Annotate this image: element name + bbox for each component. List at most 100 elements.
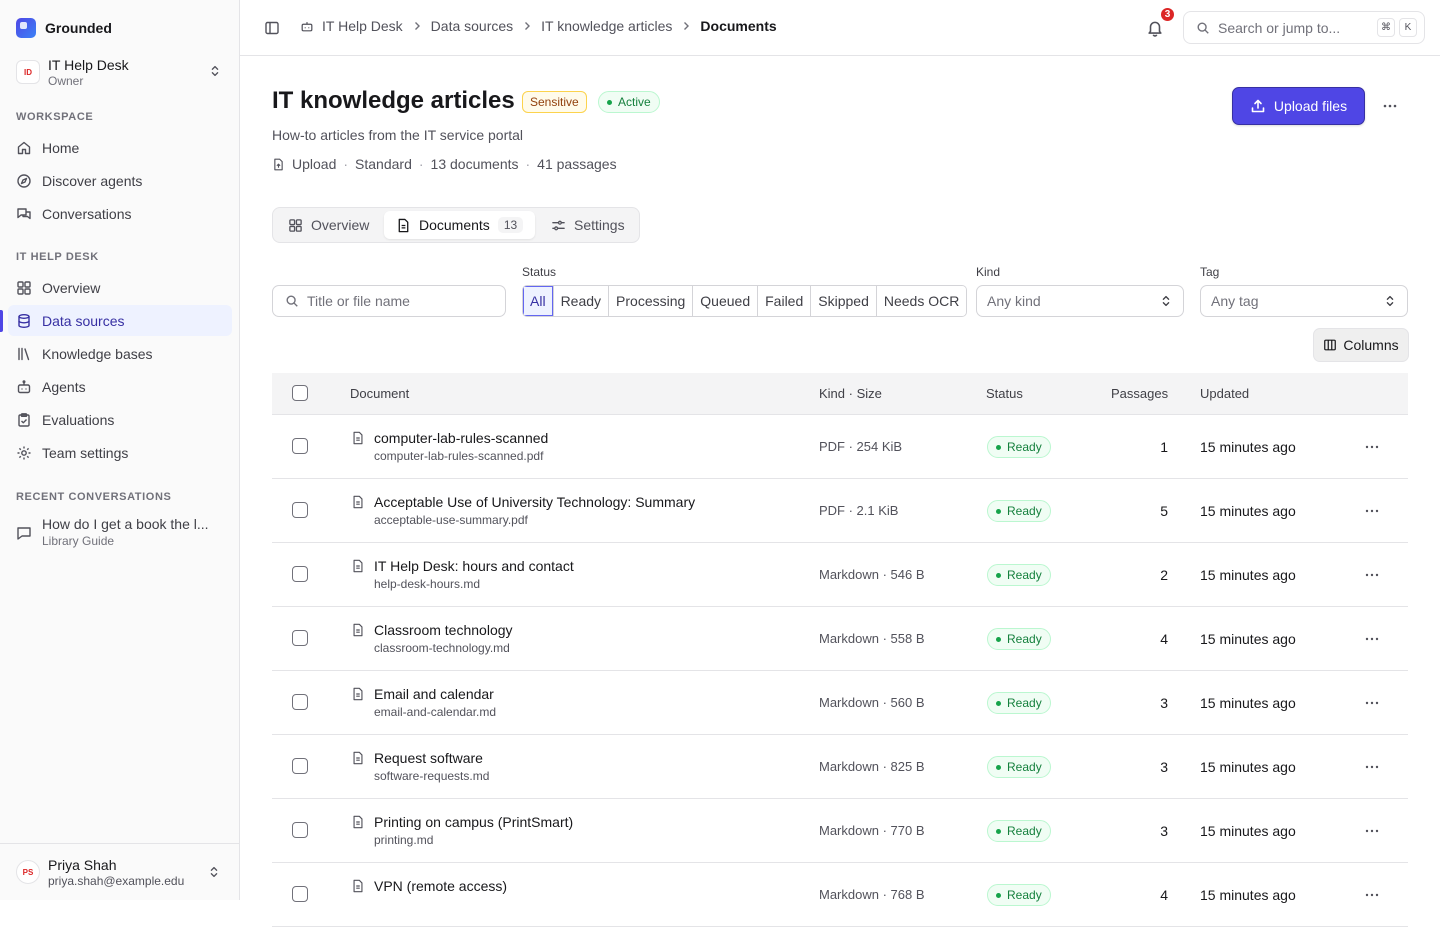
document-title[interactable]: VPN (remote access) — [374, 878, 507, 894]
row-actions-button[interactable] — [1362, 565, 1382, 585]
sidebar-item-home[interactable]: Home — [8, 132, 232, 163]
meta-separator: · — [343, 156, 349, 172]
row-actions-button[interactable] — [1362, 501, 1382, 521]
row-checkbox[interactable] — [292, 822, 308, 838]
column-header-status[interactable]: Status — [986, 386, 1023, 401]
recent-conversation-title: How do I get a book the l... — [42, 516, 209, 532]
sidebar-item-team-settings[interactable]: Team settings — [8, 437, 232, 468]
row-actions-button[interactable] — [1362, 821, 1382, 841]
document-kind-size: Markdown · 560 B — [819, 695, 925, 710]
document-title[interactable]: IT Help Desk: hours and contact — [374, 558, 574, 574]
document-kind-size: PDF · 2.1 KiB — [819, 503, 899, 518]
sliders-icon — [552, 220, 565, 230]
status-badge: Active — [598, 91, 660, 113]
status-option-all[interactable]: All — [523, 286, 554, 316]
status-option-failed[interactable]: Failed — [758, 286, 812, 316]
table-row[interactable]: Printing on campus (PrintSmart) printing.… — [272, 799, 1408, 863]
sidebar-item-label: Discover agents — [42, 172, 143, 189]
more-horizontal-icon — [1365, 829, 1379, 833]
brand[interactable]: Grounded — [16, 18, 112, 38]
passage-count: 4 — [1160, 887, 1168, 903]
sidebar-item-knowledge-bases[interactable]: Knowledge bases — [8, 338, 232, 369]
row-actions-button[interactable] — [1362, 885, 1382, 905]
meta-document-count: 13 documents — [430, 156, 519, 172]
row-checkbox[interactable] — [292, 694, 308, 710]
table-row[interactable]: computer-lab-rules-scanned computer-lab-r… — [272, 415, 1408, 479]
row-checkbox[interactable] — [292, 758, 308, 774]
row-actions-button[interactable] — [1362, 693, 1382, 713]
global-search-input[interactable]: Search or jump to... ⌘ K — [1183, 11, 1425, 44]
recent-conversation-item[interactable]: How do I get a book the l... Library Gui… — [16, 515, 226, 549]
table-row[interactable]: Request software software-requests.md Mark… — [272, 735, 1408, 799]
table-row[interactable]: IT Help Desk: hours and contact help-desk… — [272, 543, 1408, 607]
tab-overview[interactable]: Overview — [276, 211, 381, 239]
more-actions-button[interactable] — [1378, 94, 1402, 118]
recent-conversation-agent: Library Guide — [42, 534, 115, 548]
row-actions-button[interactable] — [1362, 437, 1382, 457]
document-title[interactable]: Acceptable Use of University Technology:… — [374, 494, 695, 510]
table-row[interactable]: VPN (remote access) Markdown · 768 B Ready… — [272, 863, 1408, 927]
status-dot — [996, 828, 1001, 834]
row-checkbox[interactable] — [292, 502, 308, 518]
user-menu[interactable]: PS Priya Shah priya.shah@example.edu — [0, 843, 239, 900]
document-kind-size: Markdown · 558 B — [819, 631, 925, 646]
column-header-kind-size[interactable]: Kind · Size — [819, 386, 882, 401]
column-header-passages[interactable]: Passages — [1111, 386, 1168, 401]
chevrons-up-down-icon — [211, 65, 219, 77]
status-dot — [607, 99, 612, 105]
table-row[interactable]: Acceptable Use of University Technology:… — [272, 479, 1408, 543]
status-option-needs-ocr[interactable]: Needs OCR — [876, 286, 967, 316]
breadcrumb-data-sources[interactable]: Data sources — [431, 18, 513, 34]
document-title[interactable]: Classroom technology — [374, 622, 513, 638]
sidebar-item-data-sources[interactable]: Data sources — [8, 305, 232, 336]
upload-files-button[interactable]: Upload files — [1232, 87, 1365, 125]
sidebar-toggle-icon[interactable] — [264, 20, 280, 36]
tab-settings[interactable]: Settings — [539, 211, 637, 239]
status-option-queued[interactable]: Queued — [693, 286, 759, 316]
document-kind-size: Markdown · 546 B — [819, 567, 925, 582]
status-option-skipped[interactable]: Skipped — [811, 286, 877, 316]
tab-documents[interactable]: Documents 13 — [384, 211, 536, 239]
status-badge: Ready — [987, 692, 1051, 714]
table-row[interactable]: Classroom technology classroom-technology… — [272, 607, 1408, 671]
sensitive-badge: Sensitive — [522, 91, 587, 113]
breadcrumb-it-help-desk[interactable]: IT Help Desk — [322, 18, 403, 34]
grid-icon — [289, 218, 302, 232]
row-checkbox[interactable] — [292, 566, 308, 582]
row-actions-button[interactable] — [1362, 629, 1382, 649]
status-option-processing[interactable]: Processing — [609, 286, 694, 316]
tag-select[interactable]: Any tag — [1200, 285, 1408, 317]
sidebar-item-evaluations[interactable]: Evaluations — [8, 404, 232, 435]
kind-filter-label: Kind — [976, 265, 1001, 279]
bell-icon[interactable] — [1146, 19, 1164, 37]
workspace-switcher[interactable]: ID IT Help Desk Owner — [16, 55, 226, 89]
table-row[interactable]: Email and calendar email-and-calendar.md M… — [272, 671, 1408, 735]
select-all-checkbox[interactable] — [292, 385, 308, 401]
status-label: Ready — [1007, 696, 1042, 710]
column-header-updated[interactable]: Updated — [1200, 386, 1249, 401]
home-icon — [17, 141, 31, 154]
breadcrumb-it-knowledge-articles[interactable]: IT knowledge articles — [541, 18, 672, 34]
row-actions-button[interactable] — [1362, 757, 1382, 777]
search-icon — [286, 295, 298, 307]
row-checkbox[interactable] — [292, 438, 308, 454]
columns-button[interactable]: Columns — [1313, 328, 1409, 362]
sidebar-item-conversations[interactable]: Conversations — [8, 198, 232, 229]
document-title[interactable]: Email and calendar — [374, 686, 494, 702]
document-search-input[interactable]: Title or file name — [272, 285, 506, 317]
sidebar-item-agents[interactable]: Agents — [8, 371, 232, 402]
sidebar-item-discover-agents[interactable]: Discover agents — [8, 165, 232, 196]
column-header-document[interactable]: Document — [350, 386, 409, 401]
chevron-right-icon — [525, 22, 531, 30]
document-title[interactable]: Request software — [374, 750, 483, 766]
upload-icon — [1251, 99, 1265, 113]
document-title[interactable]: computer-lab-rules-scanned — [374, 430, 548, 446]
shortcut-key-cmd: ⌘ — [1377, 18, 1395, 37]
sidebar-item-overview[interactable]: Overview — [8, 272, 232, 303]
more-horizontal-icon — [1383, 104, 1397, 108]
row-checkbox[interactable] — [292, 630, 308, 646]
document-title[interactable]: Printing on campus (PrintSmart) — [374, 814, 573, 830]
status-label: Ready — [1007, 440, 1042, 454]
status-option-ready[interactable]: Ready — [553, 286, 610, 316]
kind-select[interactable]: Any kind — [976, 285, 1184, 317]
